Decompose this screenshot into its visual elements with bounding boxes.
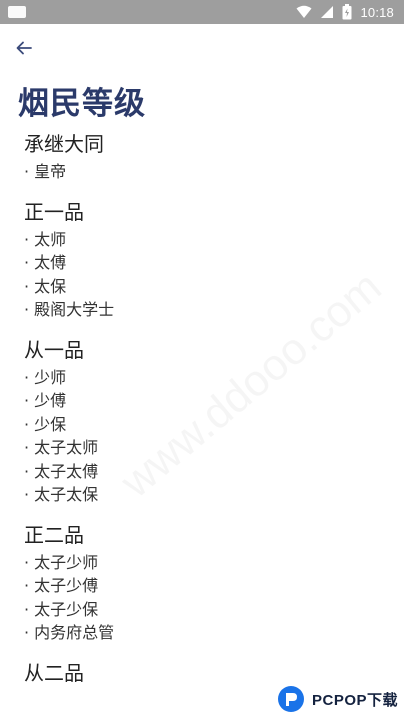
rank-heading: 从一品: [24, 337, 84, 362]
rank-item: 太子少傅: [24, 574, 384, 598]
rank-section: 从二品: [24, 659, 384, 687]
rank-item: 太子少师: [24, 551, 384, 575]
status-icons: 10:18: [296, 2, 394, 22]
pcpop-logo-icon: [277, 686, 304, 712]
notification-icon: [8, 6, 26, 18]
back-arrow-icon: [16, 41, 32, 55]
rank-section: 正一品太师太傅太保殿阁大学士: [24, 198, 384, 322]
rank-item: 太子太傅: [24, 460, 384, 484]
page-title: 烟民等级: [18, 86, 146, 122]
rank-item: 太子少保: [24, 598, 384, 622]
pcpop-badge: PCPOP下载: [276, 684, 398, 714]
rank-item: 殿阁大学士: [24, 298, 384, 322]
battery-icon: [342, 4, 352, 20]
status-time: 10:18: [360, 4, 394, 20]
back-button[interactable]: [12, 36, 36, 60]
rank-item: 太傅: [24, 251, 384, 275]
badge-text: PCPOP下载: [311, 691, 398, 709]
rank-item: 太子太保: [24, 483, 384, 507]
rank-section: 从一品少师少傅少保太子太师太子太傅太子太保: [24, 336, 384, 507]
rank-item: 少傅: [24, 389, 384, 413]
rank-item: 太保: [24, 275, 384, 299]
wifi-icon: [296, 5, 312, 18]
rank-heading: 从二品: [24, 660, 84, 685]
rank-item: 少保: [24, 413, 384, 437]
rank-item: 内务府总管: [24, 621, 384, 645]
rank-item: 少师: [24, 366, 384, 390]
rank-section: 承继大同皇帝: [24, 130, 384, 184]
rank-heading: 正二品: [24, 522, 84, 547]
rank-list: 承继大同皇帝正一品太师太傅太保殿阁大学士从一品少师少傅少保太子太师太子太傅太子太…: [24, 130, 384, 701]
rank-heading: 承继大同: [24, 132, 104, 156]
rank-item: 太师: [24, 228, 384, 252]
signal-icon: [321, 6, 334, 18]
rank-heading: 正一品: [24, 199, 84, 224]
status-bar: 10:18: [0, 0, 404, 24]
rank-section: 正二品太子少师太子少傅太子少保内务府总管: [24, 521, 384, 645]
rank-item: 皇帝: [24, 160, 384, 184]
rank-item: 太子太师: [24, 436, 384, 460]
